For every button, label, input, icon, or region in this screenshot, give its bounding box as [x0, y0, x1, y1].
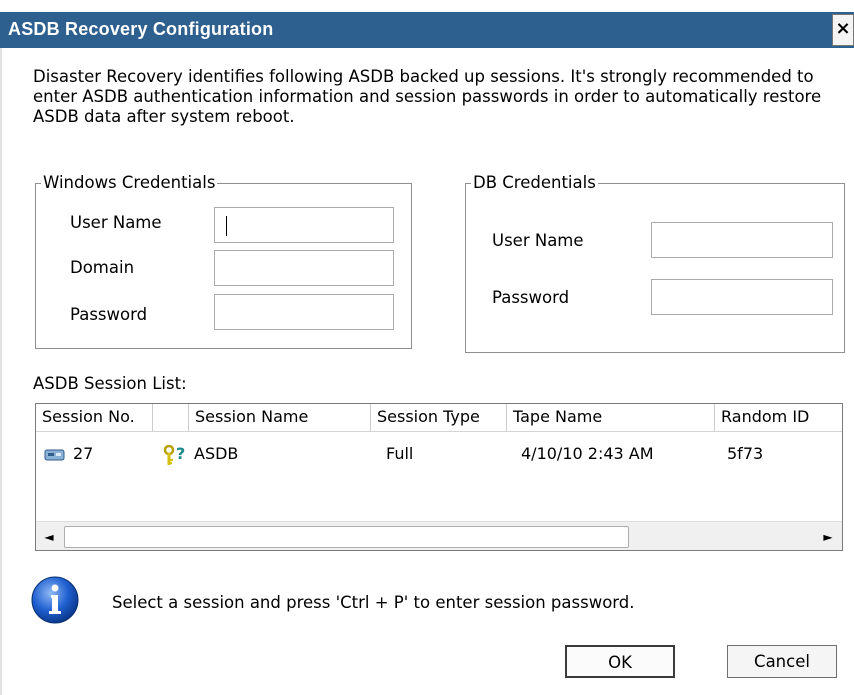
key-icon	[163, 445, 175, 465]
db-password-label: Password	[492, 288, 570, 307]
information-icon	[31, 576, 79, 624]
close-button[interactable]: ×	[832, 14, 854, 46]
db-credentials-legend: DB Credentials	[471, 173, 598, 192]
window-left-border	[0, 48, 2, 695]
windows-domain-label: Domain	[70, 258, 135, 277]
session-password-unknown-mark: ?	[176, 444, 186, 463]
column-header-session-name[interactable]: Session Name	[189, 404, 371, 431]
dialog-window: ASDB Recovery Configuration × Disaster R…	[0, 0, 854, 695]
tape-session-icon	[44, 449, 65, 461]
random-id: 5f73	[727, 444, 764, 463]
tape-name: 4/10/10 2:43 AM	[521, 444, 654, 463]
horizontal-scrollbar[interactable]: ◄ ►	[36, 521, 842, 550]
title-bar: ASDB Recovery Configuration ×	[0, 12, 854, 48]
scroll-left-icon[interactable]: ◄	[39, 527, 59, 547]
column-header-session-no[interactable]: Session No.	[36, 404, 153, 431]
db-credentials-group: DB Credentials	[465, 173, 845, 353]
ok-button[interactable]: OK	[565, 645, 675, 678]
dialog-title: ASDB Recovery Configuration	[8, 19, 274, 39]
windows-user-name-field[interactable]	[214, 207, 394, 243]
session-list-table[interactable]: Session No. Session Name Session Type Ta…	[35, 403, 843, 551]
windows-user-name-label: User Name	[70, 213, 162, 232]
session-name: ASDB	[194, 444, 239, 463]
session-list-header: Session No. Session Name Session Type Ta…	[36, 404, 842, 432]
scroll-right-icon[interactable]: ►	[818, 527, 838, 547]
db-password-field[interactable]	[651, 279, 833, 315]
close-icon: ×	[835, 18, 851, 39]
column-header-random-id[interactable]: Random ID	[715, 404, 842, 431]
text-caret	[226, 216, 227, 236]
column-header-session-type[interactable]: Session Type	[371, 404, 507, 431]
windows-credentials-legend: Windows Credentials	[41, 173, 218, 192]
cancel-button[interactable]: Cancel	[727, 645, 837, 678]
column-header-tape-name[interactable]: Tape Name	[507, 404, 715, 431]
session-list-label: ASDB Session List:	[33, 374, 187, 393]
windows-password-label: Password	[70, 305, 148, 324]
session-number: 27	[73, 444, 94, 463]
info-message: Select a session and press 'Ctrl + P' to…	[112, 593, 635, 612]
intro-text: Disaster Recovery identifies following A…	[33, 67, 822, 126]
windows-domain-field[interactable]	[214, 250, 394, 286]
db-user-name-field[interactable]	[651, 222, 833, 258]
db-user-name-label: User Name	[492, 231, 584, 250]
windows-password-field[interactable]	[214, 294, 394, 330]
column-header-key[interactable]	[153, 404, 189, 431]
scrollbar-thumb[interactable]	[64, 526, 629, 548]
session-type: Full	[386, 444, 414, 463]
info-message-row	[30, 575, 80, 630]
